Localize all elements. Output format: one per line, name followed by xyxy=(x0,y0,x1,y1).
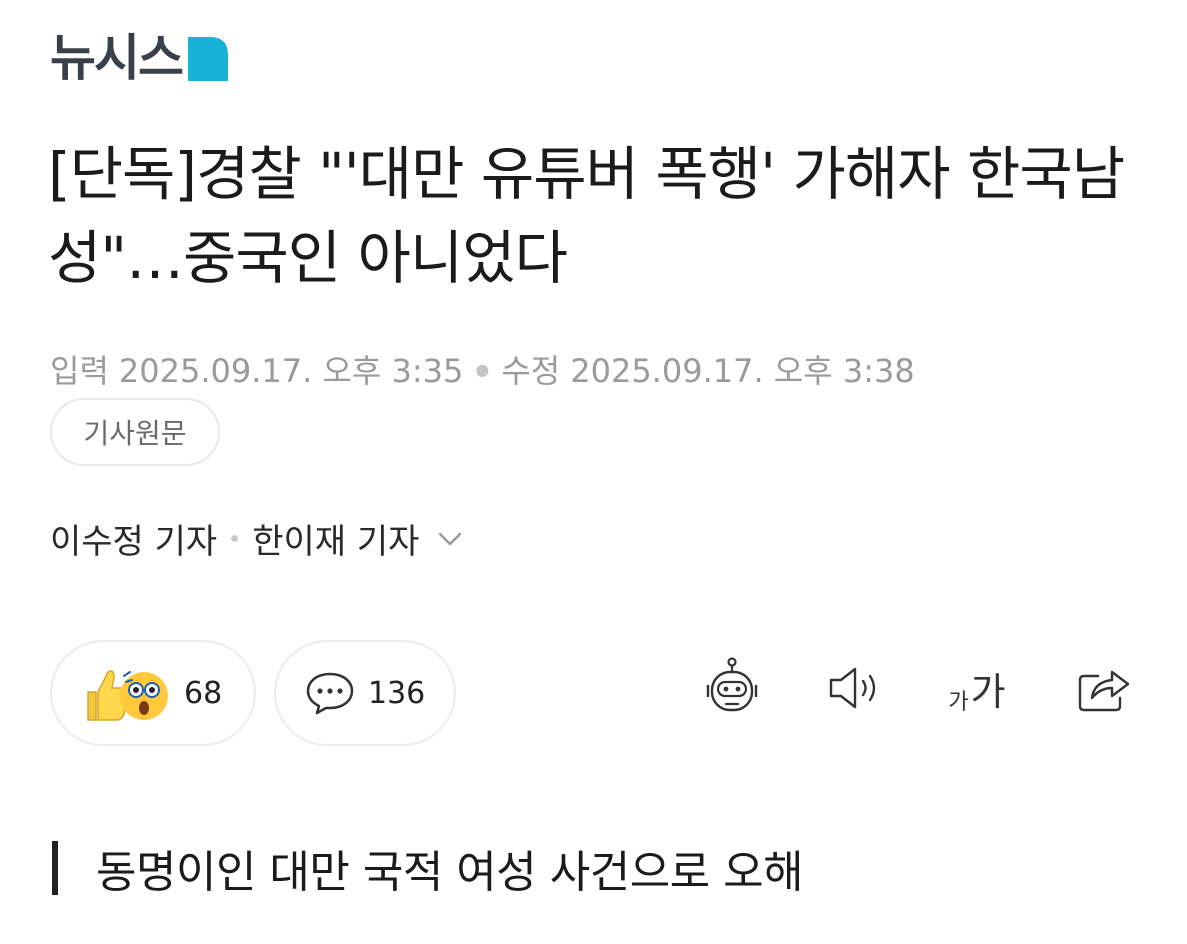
comment-count: 136 xyxy=(368,675,426,711)
brand-name: 뉴시스 xyxy=(50,29,184,87)
speaker-icon xyxy=(829,667,876,709)
dateline: 입력 2025.09.17. 오후 3:35 ● 수정 2025.09.17. … xyxy=(50,346,915,392)
surprised-face-icon xyxy=(120,671,168,720)
read-aloud-button[interactable] xyxy=(826,656,886,720)
original-article-button[interactable]: 기사원문 xyxy=(50,398,220,466)
input-time: 2025.09.17. 오후 3:35 xyxy=(118,352,464,390)
reporter-list[interactable]: 이수정 기자 한이재 기자 xyxy=(50,514,463,563)
share-icon xyxy=(1078,670,1130,712)
font-small-glyph: 가 xyxy=(948,689,969,715)
reporter-name[interactable]: 한이재 기자 xyxy=(252,514,419,563)
edit-label: 수정 xyxy=(501,352,561,390)
edit-time: 2025.09.17. 오후 3:38 xyxy=(570,352,915,390)
brand-mark-icon xyxy=(188,37,228,81)
share-button[interactable] xyxy=(1074,656,1134,720)
reporter-name[interactable]: 이수정 기자 xyxy=(50,514,217,563)
subheading-text: 동명이인 대만 국적 여성 사건으로 오해 xyxy=(96,847,804,898)
article-subheading: 동명이인 대만 국적 여성 사건으로 오해 xyxy=(52,836,804,900)
article-title: [단독]경찰 "'대만 유튜버 폭행' 가해자 한국남성"…중국인 아니었다 xyxy=(48,140,1125,292)
subheading-bar xyxy=(52,841,58,895)
dateline-separator: ● xyxy=(475,359,490,379)
reaction-button[interactable]: 68 xyxy=(50,640,256,746)
robot-summary-icon xyxy=(706,657,758,712)
reaction-count: 68 xyxy=(184,675,223,711)
input-label: 입력 xyxy=(50,352,109,390)
font-size-icon: 가 가 xyxy=(948,661,1005,716)
comment-button[interactable]: 136 xyxy=(274,640,456,746)
byline-separator xyxy=(231,535,239,542)
font-large-glyph: 가 xyxy=(970,669,1006,714)
chevron-down-icon[interactable] xyxy=(437,530,463,548)
summary-bot-button[interactable] xyxy=(698,656,766,720)
font-size-button[interactable]: 가 가 xyxy=(942,656,1012,720)
comment-bubble-icon xyxy=(306,672,354,715)
newsis-logo[interactable]: 뉴시스 xyxy=(50,30,228,86)
